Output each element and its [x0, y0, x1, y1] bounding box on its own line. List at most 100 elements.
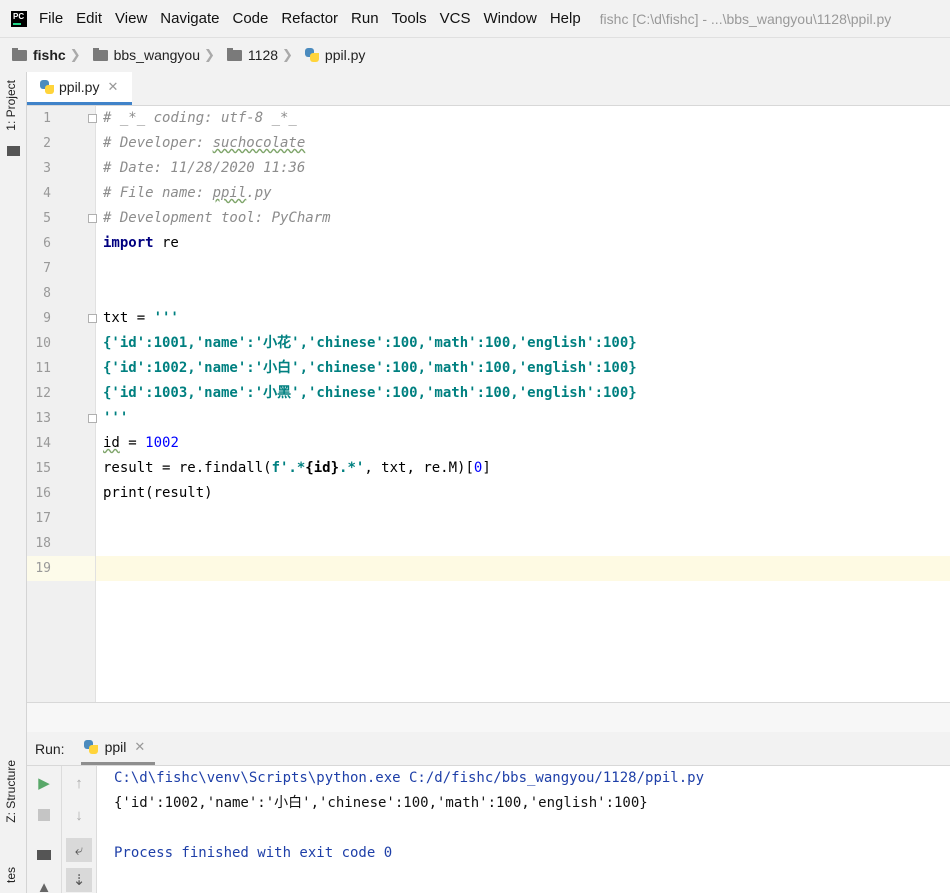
structure-tool-tab[interactable]: Z: Structure: [4, 760, 18, 823]
line-number: 3: [43, 161, 51, 176]
identifier: txt =: [103, 310, 154, 326]
editor-tab-ppil[interactable]: ppil.py ✕: [27, 72, 132, 105]
arrow-down-icon[interactable]: ↓: [70, 806, 88, 824]
breadcrumb-item-bbs-wangyou[interactable]: bbs_wangyou ❯: [81, 47, 215, 63]
run-tab-ppil[interactable]: ppil ✕: [80, 732, 156, 765]
stop-icon[interactable]: [35, 806, 53, 824]
fold-marker-icon[interactable]: [88, 114, 97, 123]
line-number: 17: [35, 511, 51, 526]
breadcrumb-item-file[interactable]: ppil.py: [293, 47, 365, 63]
menu-help[interactable]: Help: [550, 10, 581, 27]
menu-view[interactable]: View: [115, 10, 147, 27]
menu-vcs[interactable]: VCS: [440, 10, 471, 27]
comment: # _*_ coding: utf-8 _*_: [103, 110, 297, 126]
menu-window[interactable]: Window: [483, 10, 536, 27]
line-number: 11: [35, 361, 51, 376]
run-console[interactable]: C:\d\fishc\venv\Scripts\python.exe C:/d/…: [114, 766, 704, 866]
fold-marker-icon[interactable]: [88, 214, 97, 223]
string: ''': [153, 310, 179, 326]
fstring-expr: {id}: [305, 460, 340, 476]
favorites-tool-tab[interactable]: tes: [4, 867, 18, 883]
line-number: 15: [35, 461, 51, 476]
run-tab-label: ppil: [104, 739, 127, 755]
breadcrumb: fishc ❯ bbs_wangyou ❯ 1128 ❯ ppil.py: [0, 37, 950, 73]
breadcrumb-item-1128[interactable]: 1128 ❯: [215, 47, 293, 63]
console-exit-line: Process finished with exit code 0: [114, 845, 393, 861]
run-tool-bar: Run: ppil ✕: [27, 732, 950, 766]
line-number: 18: [35, 536, 51, 551]
menu-run[interactable]: Run: [351, 10, 379, 27]
arrow-up-icon[interactable]: ↑: [70, 774, 88, 792]
layout-icon[interactable]: [35, 846, 53, 864]
comment: # Date: 11/28/2020 11:36: [103, 160, 306, 176]
menu-edit[interactable]: Edit: [76, 10, 102, 27]
pin-icon[interactable]: ▲: [35, 878, 53, 896]
fold-marker-icon[interactable]: [88, 314, 97, 323]
identifier: id: [103, 435, 120, 451]
fold-marker-icon[interactable]: [88, 414, 97, 423]
string: .*': [339, 460, 365, 476]
scroll-to-end-icon[interactable]: ⇣: [66, 868, 92, 892]
code-line: import re: [103, 231, 637, 256]
comment: .py: [246, 185, 272, 201]
string: {'id':1003,'name':'小黑','chinese':100,'ma…: [103, 385, 637, 401]
line-number: 12: [35, 386, 51, 401]
code-line: # Developer: suchocolate: [103, 131, 637, 156]
python-file-icon: [83, 740, 98, 754]
line-number: 19: [35, 561, 51, 576]
python-file-icon: [40, 80, 54, 94]
line-number: 13: [35, 411, 51, 426]
string: f'.*: [271, 460, 306, 476]
project-tool-tab[interactable]: 1: Project: [4, 80, 18, 131]
comment: # Development tool: PyCharm: [103, 210, 331, 226]
breadcrumb-label: bbs_wangyou: [113, 47, 200, 63]
line-number: 2: [43, 136, 51, 151]
breadcrumb-label: 1128: [247, 47, 279, 63]
comment: # File name:: [103, 185, 213, 201]
code-line: result = re.findall(f'.*{id}.*', txt, re…: [103, 456, 637, 481]
code-line: id = 1002: [103, 431, 637, 456]
pycharm-logo-icon: PC: [11, 10, 27, 27]
run-toolbar-secondary: ↑ ↓ ⤶ ⇣: [62, 766, 97, 893]
identifier: result = re.findall(: [103, 460, 272, 476]
comment: # Developer:: [103, 135, 213, 151]
code-editor[interactable]: 1 2 3 4 5 6 7 8 9 10 11 12 13 14 15 16 1…: [27, 106, 950, 702]
menu-code[interactable]: Code: [232, 10, 268, 27]
folder-icon: [12, 47, 27, 61]
code-line: {'id':1003,'name':'小黑','chinese':100,'ma…: [103, 381, 637, 406]
menu-refactor[interactable]: Refactor: [281, 10, 338, 27]
close-icon[interactable]: ✕: [134, 739, 145, 755]
menu-bar: PC File Edit View Navigate Code Refactor…: [0, 0, 950, 37]
folder-icon: [92, 47, 108, 61]
close-icon[interactable]: ✕: [107, 79, 118, 95]
comment-typo: ppil: [212, 185, 247, 201]
string: {'id':1002,'name':'小白','chinese':100,'ma…: [103, 360, 637, 376]
code-line: # File name: ppil.py: [103, 181, 637, 206]
line-number: 6: [43, 236, 51, 251]
code-line: # _*_ coding: utf-8 _*_: [103, 106, 637, 131]
line-number: 8: [43, 286, 51, 301]
operator: =: [119, 435, 146, 451]
breadcrumb-label: ppil.py: [324, 47, 366, 63]
panel-separator: [27, 702, 950, 733]
number: 1002: [145, 435, 179, 451]
editor-tab-bar: ppil.py ✕: [27, 72, 950, 106]
keyword: import: [103, 235, 154, 251]
soft-wrap-icon[interactable]: ⤶: [66, 838, 92, 862]
rerun-icon[interactable]: ▶: [35, 774, 53, 792]
folder-icon: [226, 47, 242, 61]
code-content[interactable]: # _*_ coding: utf-8 _*_ # Developer: suc…: [103, 106, 637, 581]
menu-navigate[interactable]: Navigate: [160, 10, 219, 27]
run-label: Run:: [35, 740, 65, 757]
code-line: # Date: 11/28/2020 11:36: [103, 156, 637, 181]
menu-tools[interactable]: Tools: [392, 10, 427, 27]
breadcrumb-item-fishc[interactable]: fishc ❯: [0, 47, 81, 63]
identifier: print(result): [103, 485, 213, 501]
code-line: {'id':1002,'name':'小白','chinese':100,'ma…: [103, 356, 637, 381]
comment-typo: suchocolate: [212, 135, 306, 151]
menu-file[interactable]: File: [39, 10, 63, 27]
python-file-icon: [304, 48, 319, 62]
